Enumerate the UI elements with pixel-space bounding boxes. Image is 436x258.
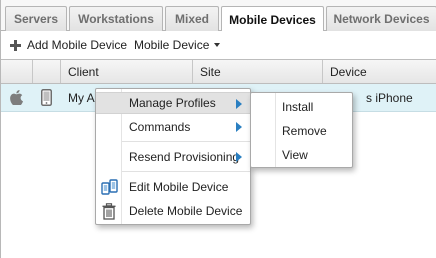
smartphone-icon	[41, 84, 55, 111]
submenu-arrow-icon	[236, 152, 242, 162]
menu-item-commands-label: Commands	[129, 120, 191, 134]
menu-item-edit-mobile-device[interactable]: Edit Mobile Device	[96, 176, 250, 198]
menu-item-edit-mobile-device-label: Edit Mobile Device	[129, 180, 229, 194]
submenu-item-remove[interactable]: Remove	[251, 120, 352, 142]
trash-icon	[101, 203, 117, 220]
add-mobile-device-button[interactable]: Add Mobile Device	[10, 38, 127, 52]
tab-network-devices[interactable]: Network Devices	[326, 6, 436, 31]
submenu-item-install[interactable]: Install	[251, 96, 352, 118]
tab-mobile-devices[interactable]: Mobile Devices	[221, 6, 324, 32]
tab-mixed[interactable]: Mixed	[165, 6, 219, 31]
menu-item-delete-mobile-device[interactable]: Delete Mobile Device	[96, 200, 250, 222]
mobile-device-dropdown[interactable]: Mobile Device	[134, 38, 221, 52]
tab-bar: Servers Workstations Mixed Mobile Device…	[1, 0, 436, 32]
submenu-item-view[interactable]: View	[251, 144, 352, 166]
submenu-arrow-icon	[236, 99, 242, 109]
menu-item-manage-profiles[interactable]: Manage Profiles	[96, 92, 250, 114]
column-header-device[interactable]: Device	[323, 60, 436, 83]
table-header: Client Site Device	[1, 59, 436, 84]
add-mobile-device-label: Add Mobile Device	[27, 38, 128, 52]
menu-item-resend-provisioning-label: Resend Provisioning	[129, 150, 240, 164]
toolbar: Add Mobile Device Mobile Device	[1, 31, 436, 59]
mobile-device-dropdown-label: Mobile Device	[134, 38, 210, 52]
plus-icon	[10, 39, 21, 51]
menu-item-delete-mobile-device-label: Delete Mobile Device	[129, 204, 243, 218]
manage-profiles-submenu: Install Remove View	[250, 92, 353, 168]
app-frame: Servers Workstations Mixed Mobile Device…	[0, 0, 436, 258]
column-os-icon[interactable]	[1, 60, 33, 83]
menu-item-commands[interactable]: Commands	[96, 116, 250, 138]
column-device-icon[interactable]	[33, 60, 61, 83]
menu-separator	[122, 141, 250, 142]
tab-servers[interactable]: Servers	[5, 6, 67, 31]
menu-item-resend-provisioning[interactable]: Resend Provisioning	[96, 146, 250, 168]
apple-icon	[10, 84, 26, 111]
menu-separator	[122, 171, 250, 172]
caret-down-icon	[214, 43, 221, 47]
edit-device-icon	[101, 179, 118, 195]
context-menu: Manage Profiles Commands Resend Provisio…	[95, 88, 251, 225]
tab-workstations[interactable]: Workstations	[69, 6, 163, 31]
column-header-site[interactable]: Site	[193, 60, 323, 83]
menu-item-manage-profiles-label: Manage Profiles	[129, 96, 216, 110]
row-device-cell: s iPhone	[366, 90, 413, 105]
submenu-arrow-icon	[236, 122, 242, 132]
column-header-client[interactable]: Client	[61, 60, 193, 83]
